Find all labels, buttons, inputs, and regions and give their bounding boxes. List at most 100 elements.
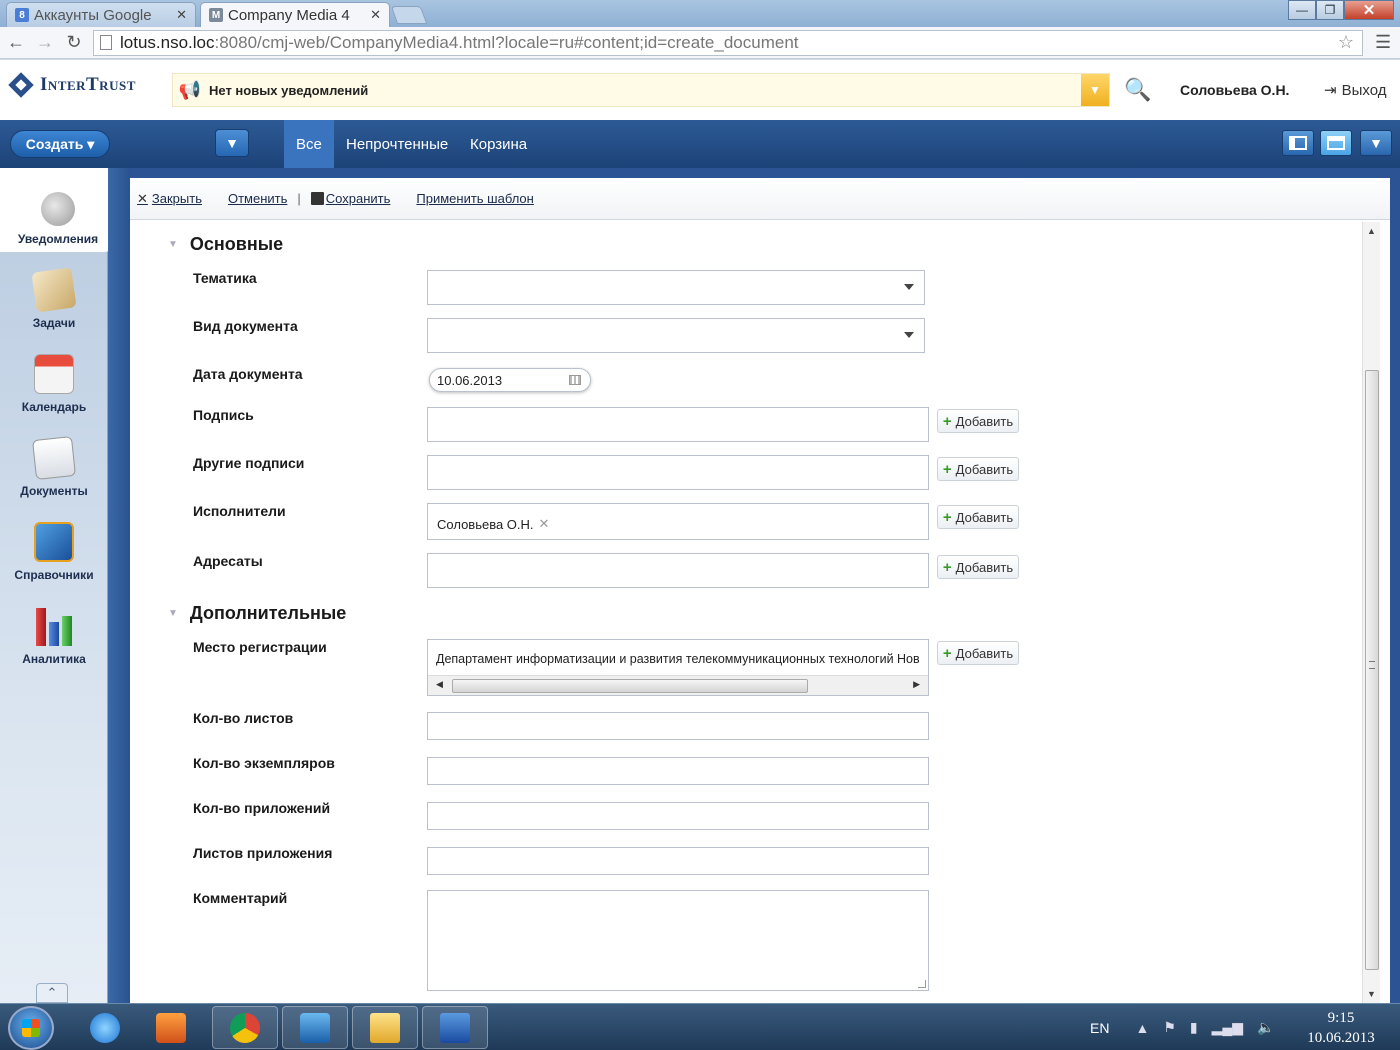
vertical-scrollbar[interactable]: ▲ ▼: [1362, 222, 1380, 1003]
close-link[interactable]: ✕ Закрыть: [137, 191, 202, 207]
close-tab-icon[interactable]: ✕: [176, 7, 187, 23]
scroll-right-icon[interactable]: ▶: [913, 679, 920, 690]
other-signatures-label: Другие подписи: [193, 455, 305, 471]
comment-textarea[interactable]: [427, 890, 929, 991]
vertical-scrollbar-thumb[interactable]: [1365, 370, 1379, 970]
add-other-signature-button[interactable]: + Добавить: [937, 457, 1019, 481]
signature-field[interactable]: [427, 407, 929, 442]
horizontal-scrollbar[interactable]: ◀ ▶: [428, 675, 928, 695]
forward-icon[interactable]: →: [32, 30, 58, 56]
minimize-button[interactable]: —: [1288, 0, 1316, 20]
executors-field[interactable]: Соловьева О.Н. ✕: [427, 503, 929, 540]
logout-icon: ⇥: [1324, 82, 1337, 99]
close-tab-icon[interactable]: ✕: [370, 7, 381, 23]
new-tab-button[interactable]: [390, 6, 428, 24]
notification-dropdown-button[interactable]: ▼: [1081, 74, 1109, 106]
sidebar-item-notifications[interactable]: Уведомления: [0, 168, 116, 252]
page-icon: [100, 35, 112, 50]
attachments-input[interactable]: [427, 802, 929, 830]
sidebar-item-documents[interactable]: Документы: [0, 420, 108, 504]
tab-unread[interactable]: Непрочтенные: [334, 120, 460, 168]
add-addressee-button[interactable]: + Добавить: [937, 555, 1019, 579]
attachment-sheets-input[interactable]: [427, 847, 929, 875]
remove-executor-icon[interactable]: ✕: [539, 516, 550, 532]
scroll-down-icon[interactable]: ▼: [1367, 989, 1376, 999]
tab-trash[interactable]: Корзина: [458, 120, 539, 168]
close-window-button[interactable]: ✕: [1344, 0, 1394, 20]
taskbar-file-explorer[interactable]: [352, 1006, 418, 1049]
sidebar-item-references[interactable]: Справочники: [0, 504, 108, 588]
plus-icon: +: [942, 412, 952, 430]
taskbar-media-player[interactable]: [138, 1006, 204, 1049]
network-signal-icon[interactable]: ▂▄▆: [1212, 1019, 1243, 1036]
clock[interactable]: 9:15 10.06.2013: [1296, 1008, 1386, 1048]
notification-bar[interactable]: 📢 Нет новых уведомлений ▼: [172, 73, 1110, 107]
full-view-button[interactable]: [1320, 130, 1352, 156]
browser-menu-icon[interactable]: ☰: [1375, 32, 1391, 53]
tab-all[interactable]: Все: [284, 120, 334, 168]
start-button[interactable]: [8, 1006, 54, 1050]
doc-type-select[interactable]: [427, 318, 925, 353]
current-user-name[interactable]: Соловьева О.Н.: [1180, 82, 1289, 98]
executor-chip: Соловьева О.Н. ✕: [437, 516, 549, 532]
scrollbar-thumb[interactable]: [452, 679, 808, 693]
add-executor-button[interactable]: + Добавить: [937, 505, 1019, 529]
addressees-label: Адресаты: [193, 553, 263, 569]
volume-icon[interactable]: 🔈: [1257, 1019, 1274, 1036]
language-indicator[interactable]: EN: [1090, 1020, 1109, 1036]
back-icon[interactable]: ←: [3, 30, 29, 56]
maximize-button[interactable]: ❐: [1316, 0, 1344, 20]
taskbar-chrome[interactable]: [212, 1006, 278, 1049]
copies-input[interactable]: [427, 757, 929, 785]
create-button[interactable]: Создать ▾: [10, 130, 110, 158]
collapse-sidebar-button[interactable]: ⌃: [36, 983, 68, 1003]
sidebar-edge: [108, 168, 130, 1003]
clock-time: 9:15: [1327, 1010, 1355, 1026]
show-hidden-icons-icon[interactable]: ▲: [1135, 1020, 1149, 1036]
topic-select[interactable]: [427, 270, 925, 305]
sidebar-item-calendar[interactable]: Календарь: [0, 336, 108, 420]
calendar-icon: [34, 354, 74, 394]
sidebar-item-analytics[interactable]: Аналитика: [0, 588, 108, 672]
addressees-field[interactable]: [427, 553, 929, 588]
plus-icon: +: [942, 508, 952, 526]
save-link[interactable]: Сохранить: [310, 191, 390, 206]
taskbar-lync[interactable]: [282, 1006, 348, 1049]
section-main-header[interactable]: ▼ Основные: [168, 234, 283, 255]
view-menu-button[interactable]: ▼: [1360, 130, 1392, 156]
browser-tab-company-media[interactable]: M Company Media 4 ✕: [200, 2, 390, 27]
logout-button[interactable]: ⇥ Выход: [1324, 81, 1386, 100]
doc-date-input[interactable]: 10.06.2013: [429, 368, 591, 392]
reg-place-label: Место регистрации: [193, 639, 327, 655]
split-view-button[interactable]: [1282, 130, 1314, 156]
battery-icon[interactable]: ▮: [1190, 1019, 1198, 1036]
search-icon[interactable]: 🔍: [1124, 77, 1151, 103]
plus-icon: +: [942, 460, 952, 478]
cancel-link[interactable]: Отменить: [228, 191, 287, 206]
reg-place-value: Департамент информатизации и развития те…: [436, 652, 920, 666]
reg-place-field[interactable]: Департамент информатизации и развития те…: [427, 639, 929, 696]
scroll-up-icon[interactable]: ▲: [1367, 226, 1376, 236]
reload-icon[interactable]: ↻: [61, 30, 87, 56]
doc-date-value: 10.06.2013: [437, 372, 503, 388]
add-reg-place-button[interactable]: + Добавить: [937, 641, 1019, 665]
document-form-panel: ✕ Закрыть Отменить | Сохранить Применить…: [130, 178, 1390, 1003]
section-extra-header[interactable]: ▼ Дополнительные: [168, 603, 346, 624]
scroll-left-icon[interactable]: ◀: [436, 679, 443, 690]
browser-tab-google-accounts[interactable]: 8 Аккаунты Google ✕: [6, 2, 196, 27]
url-input[interactable]: lotus.nso.loc :8080/cmj-web/CompanyMedia…: [93, 29, 1363, 56]
toolbar-dropdown-button[interactable]: ▼: [215, 129, 249, 157]
apply-template-link[interactable]: Применить шаблон: [416, 191, 533, 206]
sidebar-item-tasks[interactable]: Задачи: [0, 252, 108, 336]
add-signature-button[interactable]: + Добавить: [937, 409, 1019, 433]
address-bar: ← → ↻ lotus.nso.loc :8080/cmj-web/Compan…: [0, 27, 1400, 59]
taskbar-internet-explorer[interactable]: [72, 1006, 138, 1049]
bookmark-star-icon[interactable]: ☆: [1338, 32, 1354, 53]
resize-grip-icon[interactable]: [918, 980, 926, 988]
sheets-input[interactable]: [427, 712, 929, 740]
taskbar-word[interactable]: [422, 1006, 488, 1049]
executors-label: Исполнители: [193, 503, 286, 519]
other-signatures-field[interactable]: [427, 455, 929, 490]
action-center-flag-icon[interactable]: ⚑: [1163, 1019, 1176, 1036]
calendar-picker-icon[interactable]: [569, 375, 581, 385]
